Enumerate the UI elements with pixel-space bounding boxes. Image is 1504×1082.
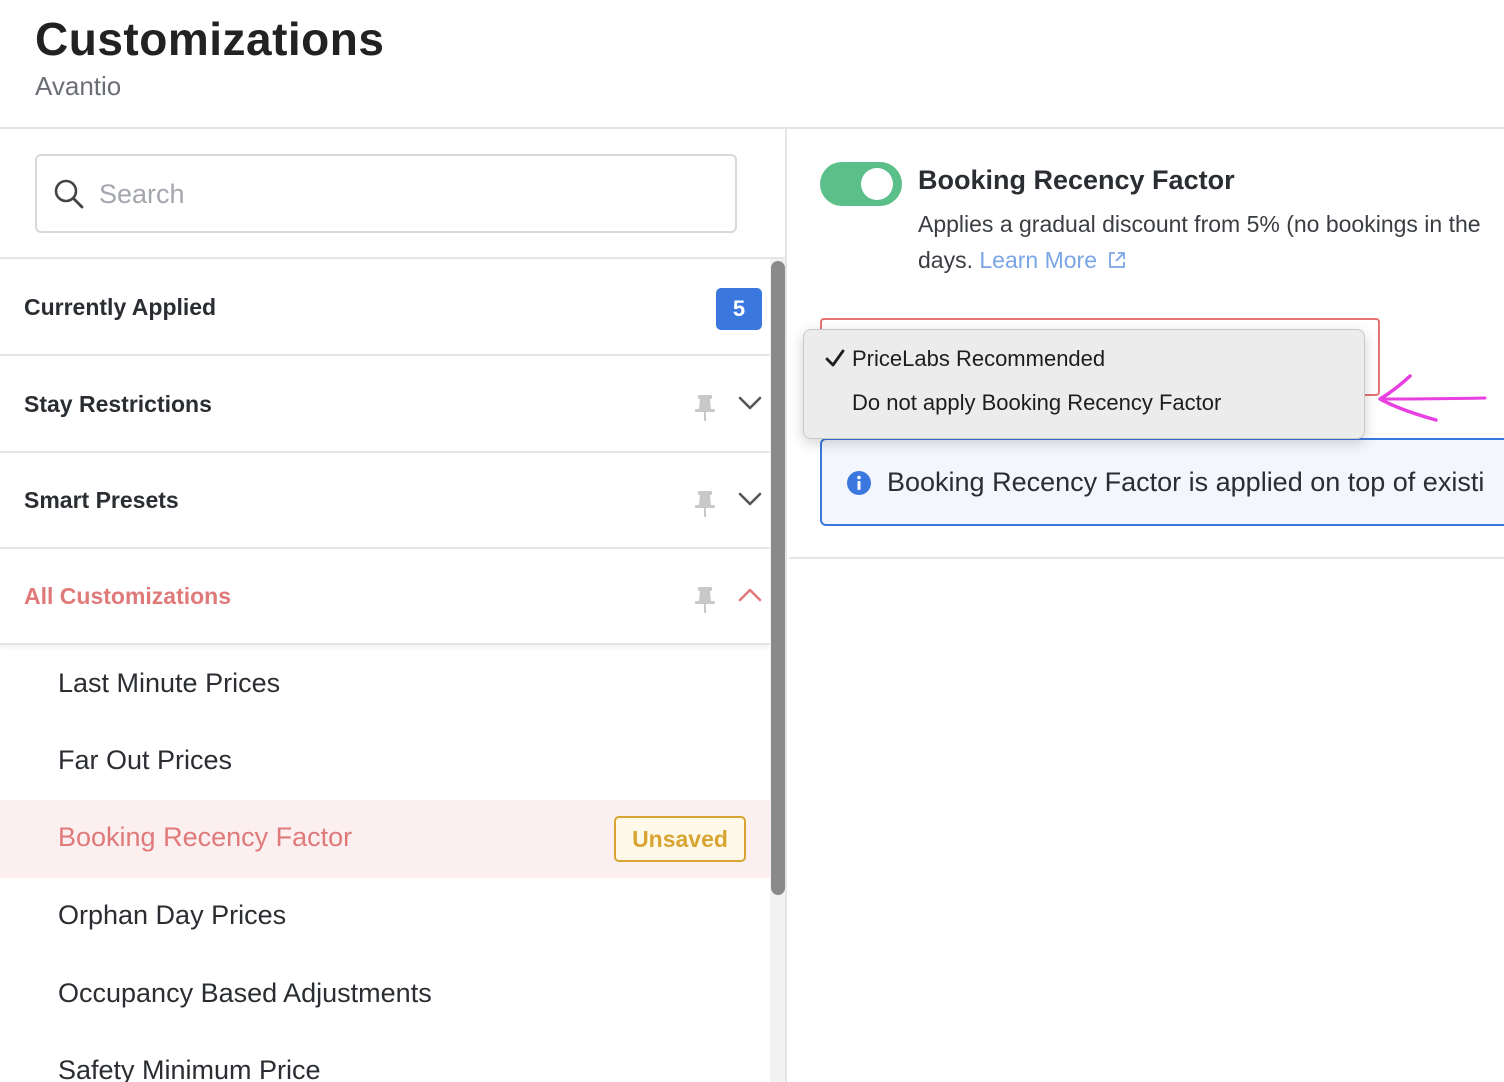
unsaved-badge: Unsaved — [614, 816, 746, 862]
menu-option-label: PriceLabs Recommended — [852, 346, 1106, 371]
count-badge: 5 — [716, 288, 762, 330]
detail-description-end: days. — [918, 247, 973, 273]
list-item[interactable]: Last Minute Prices — [0, 646, 770, 724]
sidebar: Currently Applied 5 Stay Restrictions Sm… — [0, 129, 787, 1082]
pin-icon[interactable] — [692, 585, 718, 615]
info-text: Booking Recency Factor is applied on top… — [887, 467, 1485, 497]
detail-content: Booking Recency Factor Applies a gradual… — [789, 129, 1504, 559]
chevron-down-icon[interactable] — [736, 489, 764, 509]
list-item-label: Orphan Day Prices — [58, 900, 287, 930]
list-item[interactable]: Orphan Day Prices — [0, 878, 770, 956]
list-item-label: Occupancy Based Adjustments — [58, 978, 432, 1008]
checkmark-icon — [825, 349, 845, 367]
dropdown-menu: PriceLabs Recommended Do not apply Booki… — [803, 329, 1365, 439]
search-input[interactable] — [99, 170, 719, 218]
section-label: All Customizations — [24, 583, 232, 609]
section-label: Currently Applied — [24, 294, 217, 320]
list-item-label: Safety Minimum Price — [58, 1055, 321, 1082]
info-banner: Booking Recency Factor is applied on top… — [820, 438, 1504, 526]
enable-toggle[interactable] — [820, 162, 902, 206]
detail-panel: Booking Recency Factor Applies a gradual… — [789, 129, 1504, 559]
info-icon — [847, 471, 871, 495]
page-title: Customizations — [35, 13, 385, 65]
menu-option-do-not-apply[interactable]: Do not apply Booking Recency Factor — [804, 381, 1364, 425]
list-item[interactable]: Occupancy Based Adjustments — [0, 956, 770, 1034]
external-link-icon — [1109, 252, 1125, 268]
section-stay-restrictions[interactable]: Stay Restrictions — [0, 357, 770, 453]
section-label: Stay Restrictions — [24, 391, 212, 417]
menu-option-label: Do not apply Booking Recency Factor — [852, 390, 1222, 415]
search-icon — [54, 179, 84, 209]
pin-icon[interactable] — [692, 489, 718, 519]
arrow-annotation — [1378, 374, 1487, 422]
menu-option-recommended[interactable]: PriceLabs Recommended — [804, 337, 1364, 381]
detail-title: Booking Recency Factor — [918, 165, 1235, 195]
list-item[interactable]: Safety Minimum Price — [0, 1033, 770, 1082]
list-item-selected[interactable]: Booking Recency Factor Unsaved — [0, 800, 770, 878]
detail-description: Applies a gradual discount from 5% (no b… — [918, 211, 1481, 237]
list-item[interactable]: Far Out Prices — [0, 723, 770, 801]
pin-icon[interactable] — [692, 393, 718, 423]
list-item-label: Booking Recency Factor — [58, 822, 353, 852]
section-label: Smart Presets — [24, 487, 179, 513]
chevron-down-icon[interactable] — [736, 393, 764, 413]
detail-description-continued: days. Learn More — [918, 247, 1127, 274]
learn-more-link[interactable]: Learn More — [979, 247, 1127, 273]
page-subtitle: Avantio — [35, 71, 122, 101]
search-container — [0, 129, 785, 259]
toggle-knob — [861, 168, 893, 200]
section-currently-applied[interactable]: Currently Applied 5 — [0, 260, 770, 356]
section-smart-presets[interactable]: Smart Presets — [0, 453, 770, 549]
section-all-customizations[interactable]: All Customizations — [0, 549, 770, 645]
list-item-label: Far Out Prices — [58, 745, 233, 775]
page-header: Customizations Avantio — [0, 0, 1504, 129]
list-item-label: Last Minute Prices — [58, 668, 281, 698]
learn-more-label: Learn More — [979, 247, 1097, 273]
scrollbar-thumb[interactable] — [771, 261, 785, 895]
chevron-up-icon[interactable] — [736, 585, 764, 605]
search-box[interactable] — [35, 154, 737, 233]
